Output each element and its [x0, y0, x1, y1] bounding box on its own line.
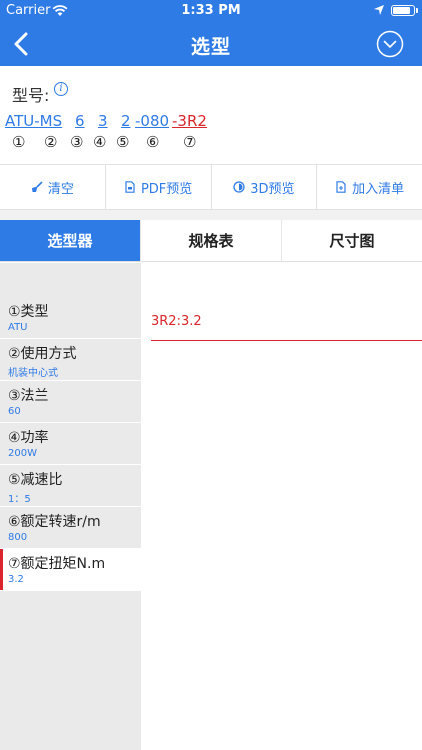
- selected-underline: [151, 340, 422, 341]
- param-value: 机装中心式: [8, 368, 58, 379]
- model-segment-5[interactable]: -080: [135, 112, 169, 130]
- 3d-icon: [233, 181, 245, 193]
- param-item-flange[interactable]: ③法兰 60: [0, 381, 141, 423]
- add-to-list-button[interactable]: 加入清单: [317, 165, 422, 209]
- param-name: ③法兰: [8, 388, 49, 404]
- 3d-preview-label: 3D预览: [250, 181, 295, 197]
- model-code: ATU-MS 6 3 2 -080 -3R2: [0, 112, 422, 134]
- param-item-torque[interactable]: ⑦额定扭矩N.m 3.2: [0, 549, 141, 591]
- clear-label: 清空: [47, 181, 74, 197]
- header: Carrier 1:33 PM 选型: [0, 0, 422, 66]
- segment-number: ③: [70, 133, 84, 151]
- nav-bar: 选型: [0, 22, 422, 66]
- status-bar: Carrier 1:33 PM: [0, 0, 422, 22]
- param-name: ①类型: [8, 304, 49, 320]
- param-name: ⑦额定扭矩N.m: [8, 556, 106, 572]
- section-divider: [0, 210, 422, 220]
- param-value: 1：5: [8, 494, 31, 505]
- model-label: 型号:: [12, 86, 50, 105]
- param-value: 200W: [8, 448, 37, 459]
- tab-dimension-drawing[interactable]: 尺寸图: [282, 220, 422, 261]
- status-time: 1:33 PM: [181, 3, 241, 18]
- add-to-list-label: 加入清单: [352, 181, 405, 197]
- param-name: ⑤减速比: [8, 472, 63, 488]
- pdf-icon: [125, 181, 135, 193]
- parameter-list: ①类型 ATU ②使用方式 机装中心式 ③法兰 60 ④功率 200W ⑤减速比…: [0, 263, 141, 750]
- segment-number: ①: [12, 133, 26, 151]
- broom-icon: [31, 181, 43, 192]
- model-segment-4[interactable]: 2: [121, 112, 131, 130]
- option-panel: 3R2:3.2: [141, 263, 422, 750]
- model-segment-6[interactable]: -3R2: [172, 112, 207, 130]
- param-item-usage[interactable]: ②使用方式 机装中心式: [0, 339, 141, 381]
- segment-number: ⑥: [146, 133, 160, 151]
- segment-numbers: ① ② ③ ④ ⑤ ⑥ ⑦: [0, 133, 422, 153]
- tab-spec-table[interactable]: 规格表: [141, 220, 282, 261]
- param-value: 800: [8, 532, 28, 543]
- battery-icon: [391, 5, 418, 16]
- param-item-ratio[interactable]: ⑤减速比 1：5: [0, 465, 141, 507]
- tab-selector[interactable]: 选型器: [0, 220, 141, 261]
- segment-number: ④: [93, 133, 107, 151]
- add-list-icon: [336, 181, 346, 193]
- param-value: 60: [8, 406, 21, 417]
- segment-number: ⑤: [116, 133, 130, 151]
- location-arrow-icon: [374, 5, 384, 15]
- param-item-power[interactable]: ④功率 200W: [0, 423, 141, 465]
- param-item-type[interactable]: ①类型 ATU: [0, 297, 141, 339]
- option-item[interactable]: 3R2:3.2: [151, 314, 202, 329]
- param-value: 3.2: [8, 574, 24, 585]
- model-segment-2[interactable]: 6: [75, 112, 85, 130]
- tab-bar: 选型器 规格表 尺寸图: [0, 220, 422, 262]
- model-segment-3[interactable]: 3: [98, 112, 108, 130]
- param-name: ④功率: [8, 430, 49, 446]
- info-icon[interactable]: i: [54, 82, 68, 96]
- pdf-preview-label: PDF预览: [140, 181, 193, 197]
- dropdown-circle-icon[interactable]: [376, 30, 404, 58]
- model-segment-1[interactable]: ATU-MS: [5, 112, 62, 130]
- 3d-preview-button[interactable]: 3D预览: [212, 165, 318, 209]
- segment-number: ⑦: [183, 133, 197, 151]
- toolbar: 清空 PDF预览 3D预览 加入清单: [0, 164, 422, 210]
- segment-number: ②: [44, 133, 58, 151]
- param-item-speed[interactable]: ⑥额定转速r/m 800: [0, 507, 141, 549]
- param-name: ②使用方式: [8, 346, 77, 362]
- clear-button[interactable]: 清空: [0, 165, 106, 209]
- param-value: ATU: [8, 322, 28, 333]
- page-title: 选型: [190, 36, 231, 58]
- pdf-preview-button[interactable]: PDF预览: [106, 165, 212, 209]
- param-name: ⑥额定转速r/m: [8, 514, 101, 530]
